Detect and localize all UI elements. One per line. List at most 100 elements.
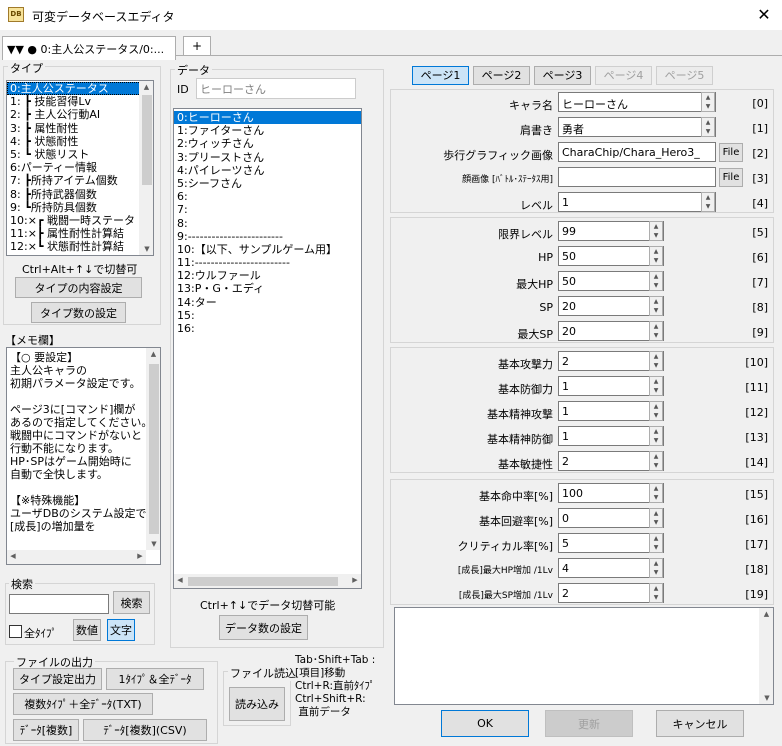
spinner-icon[interactable]: ▲ ▼ bbox=[701, 117, 715, 137]
type-list-item[interactable]: 1: ┣ 技能習得Lv bbox=[7, 95, 141, 108]
data-list-item[interactable]: 10:【以下、サンプルゲーム用】 bbox=[174, 243, 361, 256]
spinner-icon[interactable]: ▲ ▼ bbox=[649, 533, 663, 553]
type-list-item[interactable]: 2: ┣ 主人公行動AI bbox=[7, 108, 141, 121]
data-list[interactable]: 0:ヒーローさん 1:ファイターさん 2:ウィッチさん 3:プリーストさん 4:パイレー… bbox=[173, 108, 362, 589]
type-list-item[interactable]: 4: ┣ 状態耐性 bbox=[7, 135, 141, 148]
type-settings-output-button[interactable]: タイプ設定出力 bbox=[13, 668, 102, 690]
type-list-item[interactable]: 8: ┣所持武器個数 bbox=[7, 188, 141, 201]
type-list-item[interactable]: 9: ┗所持防具個数 bbox=[7, 201, 141, 214]
one-type-all-data-button[interactable]: 1ﾀｲﾌﾟ＆全ﾃﾞｰﾀ bbox=[106, 668, 204, 690]
data-list-item[interactable]: 4:パイレーツさん bbox=[174, 164, 361, 177]
memo-scrollbar[interactable]: ▲ ▼ bbox=[146, 348, 160, 550]
data-list-item[interactable]: 11:------------------------ bbox=[174, 256, 361, 269]
field-input[interactable]: ヒーローさん bbox=[558, 92, 716, 112]
scroll-thumb[interactable] bbox=[188, 577, 338, 586]
spinner-icon[interactable]: ▲ ▼ bbox=[701, 192, 715, 212]
scroll-right-icon[interactable]: ▶ bbox=[349, 574, 361, 586]
add-tab-button[interactable]: + bbox=[183, 36, 211, 56]
page-3-button[interactable]: ページ3 bbox=[534, 66, 591, 85]
spinner-icon[interactable]: ▲ ▼ bbox=[649, 321, 663, 341]
type-count-button[interactable]: タイプ数の設定 bbox=[31, 302, 126, 323]
field-label: クリティカル率[%] bbox=[457, 540, 553, 553]
type-content-settings-button[interactable]: タイプの内容設定 bbox=[15, 277, 142, 298]
type-list-item[interactable]: 3: ┣ 属性耐性 bbox=[7, 122, 141, 135]
load-button[interactable]: 読み込み bbox=[229, 687, 285, 721]
spinner-icon[interactable]: ▲ ▼ bbox=[649, 376, 663, 396]
note-scrollbar[interactable]: ▲ ▼ bbox=[759, 608, 773, 704]
spinner-icon[interactable]: ▲ ▼ bbox=[649, 558, 663, 578]
type-list[interactable]: 0:主人公ステータス 1: ┣ 技能習得Lv 2: ┣ 主人公行動AI 3: ┣ 属性… bbox=[6, 80, 154, 256]
memo-textarea[interactable]: 【○ 要設定】 主人公キャラの 初期パラメータ設定です。 ページ3に[コマンド]… bbox=[6, 347, 161, 565]
type-list-item[interactable]: 0:主人公ステータス bbox=[7, 82, 141, 96]
scroll-up-icon[interactable]: ▲ bbox=[147, 348, 160, 360]
data-list-item[interactable]: 13:P・G・エディ bbox=[174, 282, 361, 295]
data-list-item[interactable]: 12:ウルファール bbox=[174, 269, 361, 282]
search-input[interactable] bbox=[9, 594, 109, 614]
spinner-icon[interactable]: ▲ ▼ bbox=[649, 451, 663, 471]
type-list-item[interactable]: 6:パーティー情報 bbox=[7, 161, 141, 174]
data-list-item[interactable]: 2:ウィッチさん bbox=[174, 137, 361, 150]
spinner-icon[interactable]: ▲ ▼ bbox=[649, 508, 663, 528]
scroll-right-icon[interactable]: ▶ bbox=[134, 550, 146, 562]
tab-current[interactable]: ▼▼ ● 0:主人公ステータス/0:... bbox=[2, 36, 176, 60]
cancel-button[interactable]: キャンセル bbox=[656, 710, 744, 737]
data-list-item[interactable]: 16: bbox=[174, 322, 361, 335]
spinner-icon[interactable]: ▲ ▼ bbox=[649, 271, 663, 291]
data-count-button[interactable]: データ数の設定 bbox=[219, 615, 308, 640]
data-list-item[interactable]: 1:ファイターさん bbox=[174, 124, 361, 137]
data-list-item[interactable]: 15: bbox=[174, 309, 361, 322]
data-multi-button[interactable]: ﾃﾞｰﾀ[複数] bbox=[13, 719, 79, 741]
multi-type-all-data-button[interactable]: 複数ﾀｲﾌﾟ＋全ﾃﾞｰﾀ(TXT) bbox=[13, 693, 153, 715]
type-list-item[interactable]: 12:×┗ 状態耐性計算結 bbox=[7, 240, 141, 253]
data-list-item[interactable]: 8: bbox=[174, 217, 361, 230]
scroll-left-icon[interactable]: ◀ bbox=[174, 574, 186, 586]
spinner-icon[interactable]: ▲ ▼ bbox=[649, 401, 663, 421]
data-list-item[interactable]: 5:シーフさん bbox=[174, 177, 361, 190]
scroll-thumb[interactable] bbox=[149, 364, 159, 534]
page-1-button[interactable]: ページ1 bbox=[412, 66, 469, 85]
spinner-icon[interactable]: ▲ ▼ bbox=[649, 246, 663, 266]
type-list-item[interactable]: 5: ┗ 状態リスト bbox=[7, 148, 141, 161]
data-list-item[interactable]: 9:------------------------ bbox=[174, 230, 361, 243]
page-2-button[interactable]: ページ2 bbox=[473, 66, 530, 85]
data-list-item[interactable]: 0:ヒーローさん bbox=[174, 111, 361, 125]
data-list-item[interactable]: 14:ター bbox=[174, 296, 361, 309]
scroll-up-icon[interactable]: ▲ bbox=[760, 608, 773, 620]
field-note-box[interactable]: ▲ ▼ bbox=[394, 607, 774, 705]
data-list-hscrollbar[interactable]: ◀ ▶ bbox=[174, 574, 361, 588]
type-list-item[interactable]: 11:×┣ 属性耐性計算結 bbox=[7, 227, 141, 240]
spinner-icon[interactable]: ▲ ▼ bbox=[649, 221, 663, 241]
type-list-item[interactable]: 7: ┣所持アイテム個数 bbox=[7, 174, 141, 187]
field-input[interactable] bbox=[558, 167, 716, 187]
scroll-up-icon[interactable]: ▲ bbox=[140, 81, 153, 93]
search-number-toggle[interactable]: 数値 bbox=[73, 619, 101, 641]
type-list-scrollbar[interactable]: ▲ ▼ bbox=[139, 81, 153, 255]
type-list-item[interactable]: 10:×┏ 戦闘一時ステータ bbox=[7, 214, 141, 227]
spinner-icon[interactable]: ▲ ▼ bbox=[649, 483, 663, 503]
scroll-thumb[interactable] bbox=[142, 95, 152, 185]
field-index: [17] bbox=[745, 538, 768, 551]
data-list-item[interactable]: 6: bbox=[174, 190, 361, 203]
data-list-item[interactable]: 3:プリーストさん bbox=[174, 151, 361, 164]
ok-button[interactable]: OK bbox=[441, 710, 529, 737]
search-button[interactable]: 検索 bbox=[113, 591, 150, 614]
field-input[interactable]: CharaChip/Chara_Hero3_ bbox=[558, 142, 716, 162]
data-list-item[interactable]: 7: bbox=[174, 203, 361, 216]
memo-hscrollbar[interactable]: ◀ ▶ bbox=[7, 550, 146, 564]
spinner-icon[interactable]: ▲ ▼ bbox=[649, 583, 663, 603]
spinner-icon[interactable]: ▲ ▼ bbox=[701, 92, 715, 112]
search-text-toggle[interactable]: 文字 bbox=[107, 619, 135, 641]
scroll-down-icon[interactable]: ▼ bbox=[760, 692, 773, 704]
spinner-icon[interactable]: ▲ ▼ bbox=[649, 296, 663, 316]
scroll-down-icon[interactable]: ▼ bbox=[147, 538, 160, 550]
field-input[interactable]: 勇者 bbox=[558, 117, 716, 137]
all-types-checkbox[interactable] bbox=[9, 625, 22, 638]
close-icon[interactable]: ✕ bbox=[752, 5, 776, 25]
scroll-left-icon[interactable]: ◀ bbox=[7, 550, 19, 562]
scroll-down-icon[interactable]: ▼ bbox=[140, 243, 153, 255]
spinner-icon[interactable]: ▲ ▼ bbox=[649, 426, 663, 446]
id-field[interactable]: ヒーローさん bbox=[196, 78, 356, 99]
field-input[interactable]: 1 bbox=[558, 192, 716, 212]
data-multi-csv-button[interactable]: ﾃﾞｰﾀ[複数](CSV) bbox=[83, 719, 207, 741]
spinner-icon[interactable]: ▲ ▼ bbox=[649, 351, 663, 371]
